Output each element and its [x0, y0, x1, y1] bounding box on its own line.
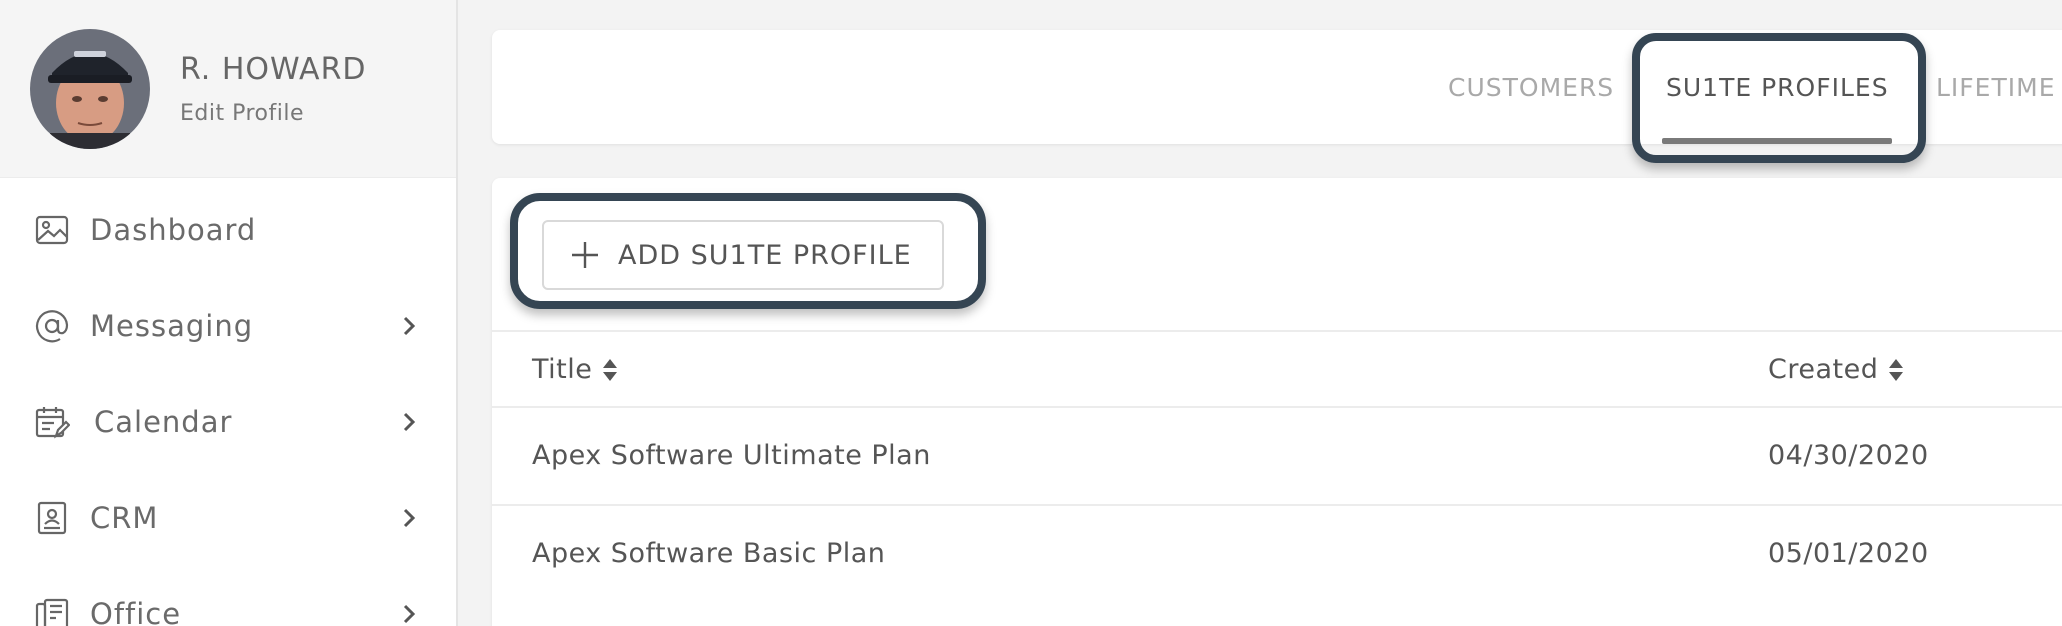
sidebar: R. HOWARD Edit Profile Dashboard Messagi…: [0, 0, 458, 626]
sidebar-item-label: Messaging: [90, 309, 254, 343]
table-row[interactable]: Apex Software Ultimate Plan 04/30/2020: [492, 408, 2062, 504]
calendar-edit-icon: [34, 404, 71, 440]
image-icon: [34, 212, 70, 248]
sidebar-item-label: Calendar: [94, 405, 233, 439]
tab-bar: CUSTOMERS SU1TE PROFILES LIFETIME: [492, 30, 2062, 144]
sidebar-item-crm[interactable]: CRM: [0, 488, 456, 548]
sidebar-item-dashboard[interactable]: Dashboard: [0, 200, 456, 260]
sidebar-item-label: CRM: [90, 501, 159, 535]
add-suite-profile-label: ADD SU1TE PROFILE: [618, 239, 912, 271]
column-header-label: Created: [1768, 354, 1879, 385]
table-header: Title Created: [492, 332, 2062, 408]
chevron-right-icon: [402, 411, 416, 433]
tab-suite-profiles[interactable]: SU1TE PROFILES: [1666, 30, 1889, 144]
row-title: Apex Software Basic Plan: [532, 538, 886, 569]
tab-lifetime[interactable]: LIFETIME: [1936, 30, 2056, 144]
user-profile: R. HOWARD Edit Profile: [0, 0, 456, 178]
sidebar-item-office[interactable]: Office: [0, 584, 456, 626]
column-header-title[interactable]: Title: [532, 354, 618, 385]
add-suite-profile-button[interactable]: ADD SU1TE PROFILE: [542, 220, 944, 290]
table-row[interactable]: Apex Software Basic Plan 05/01/2020: [492, 506, 2062, 602]
tab-customers[interactable]: CUSTOMERS: [1448, 30, 1614, 144]
sort-icon: [1888, 357, 1904, 383]
column-header-created[interactable]: Created: [1768, 354, 1904, 385]
chevron-right-icon: [402, 603, 416, 625]
row-title: Apex Software Ultimate Plan: [532, 440, 931, 471]
contact-card-icon: [34, 500, 70, 536]
row-created-date: 04/30/2020: [1768, 440, 1929, 471]
column-header-label: Title: [532, 354, 593, 385]
avatar[interactable]: [30, 28, 150, 149]
sidebar-item-label: Dashboard: [90, 213, 257, 247]
sidebar-item-messaging[interactable]: Messaging: [0, 296, 456, 356]
sort-icon: [602, 357, 618, 383]
chevron-right-icon: [402, 507, 416, 529]
suite-profiles-panel: ADD SU1TE PROFILE Title Created Apex Sof…: [492, 178, 2062, 626]
office-phone-icon: [34, 596, 70, 626]
chevron-right-icon: [402, 315, 416, 337]
edit-profile-link[interactable]: Edit Profile: [180, 101, 367, 126]
row-created-date: 05/01/2020: [1768, 538, 1929, 569]
sidebar-item-label: Office: [90, 597, 182, 626]
user-name: R. HOWARD: [180, 51, 367, 87]
plus-icon: [570, 240, 600, 270]
sidebar-item-calendar[interactable]: Calendar: [0, 392, 456, 452]
active-tab-indicator: [1662, 138, 1892, 144]
at-icon: [34, 308, 70, 344]
